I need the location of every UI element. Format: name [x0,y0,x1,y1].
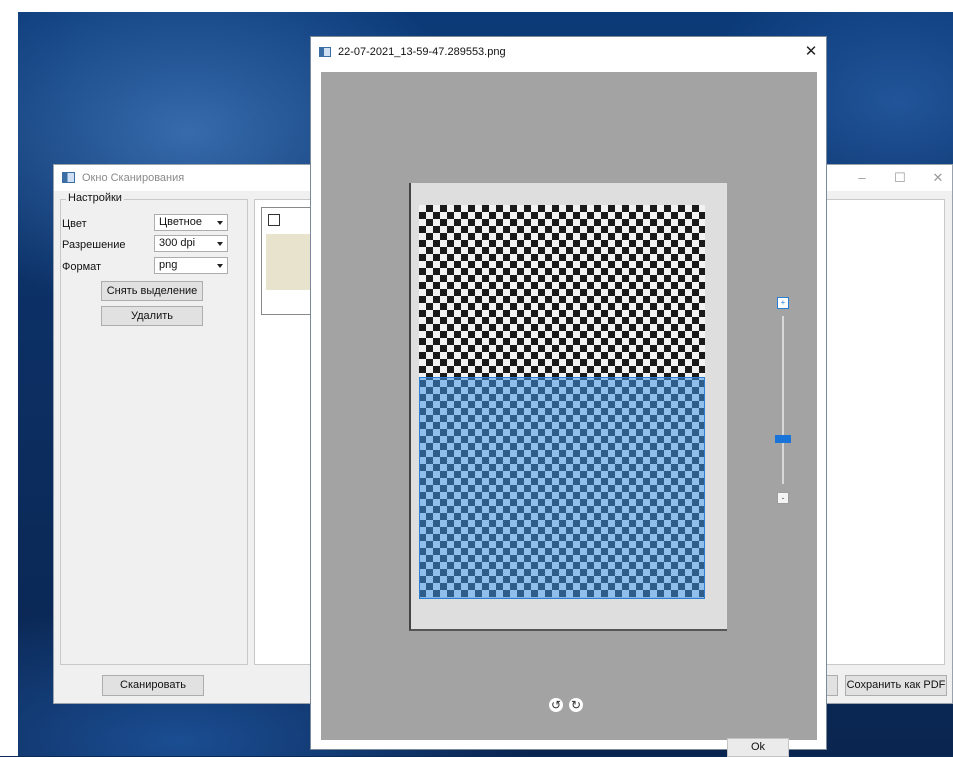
zoom-slider-track[interactable] [782,316,784,484]
close-button[interactable]: ✕ [801,42,821,62]
resolution-combo[interactable]: 300 dpi [154,235,228,252]
chevron-down-icon [217,264,223,268]
window-icon [319,47,331,57]
window-icon [62,172,75,183]
ok-button[interactable]: Ok [727,738,789,757]
color-combo[interactable]: Цветное [154,214,228,231]
format-label: Формат [62,261,102,273]
chevron-down-icon [217,221,223,225]
scan-window-title: Окно Сканирования [82,172,185,184]
delete-button[interactable]: Удалить [101,306,203,326]
settings-title: Настройки [66,192,124,204]
close-button[interactable]: ✕ [926,170,950,186]
save-pdf-button[interactable]: Сохранить как PDF [845,675,947,696]
image-dialog-title: 22-07-2021_13-59-47.289553.png [338,46,506,58]
scanned-page [409,183,727,631]
image-canvas[interactable]: + - ↺ ↻ Ok [321,72,817,757]
image-dialog: 22-07-2021_13-59-47.289553.png ✕ + - ↺ ↻… [310,36,827,757]
screen-top-border [0,0,953,12]
selection-rectangle[interactable] [419,377,705,599]
maximize-button[interactable]: ☐ [888,170,912,186]
color-combo-value: Цветное [159,216,202,228]
format-combo-value: png [159,259,178,271]
clear-selection-button[interactable]: Снять выделение [101,281,203,301]
thumbnail-checkbox[interactable] [268,214,280,226]
zoom-slider-handle[interactable] [775,434,791,443]
screen-left-border [0,0,18,756]
scan-button[interactable]: Сканировать [102,675,204,696]
rotate-left-icon[interactable]: ↺ [549,698,563,712]
chevron-down-icon [217,242,223,246]
minimize-button[interactable]: – [850,170,874,186]
zoom-in-button[interactable]: + [777,297,789,309]
rotate-right-icon[interactable]: ↻ [569,698,583,712]
color-label: Цвет [62,218,87,230]
format-combo[interactable]: png [154,257,228,274]
resolution-combo-value: 300 dpi [159,237,196,249]
resolution-label: Разрешение [62,239,126,251]
zoom-out-button[interactable]: - [777,492,789,504]
